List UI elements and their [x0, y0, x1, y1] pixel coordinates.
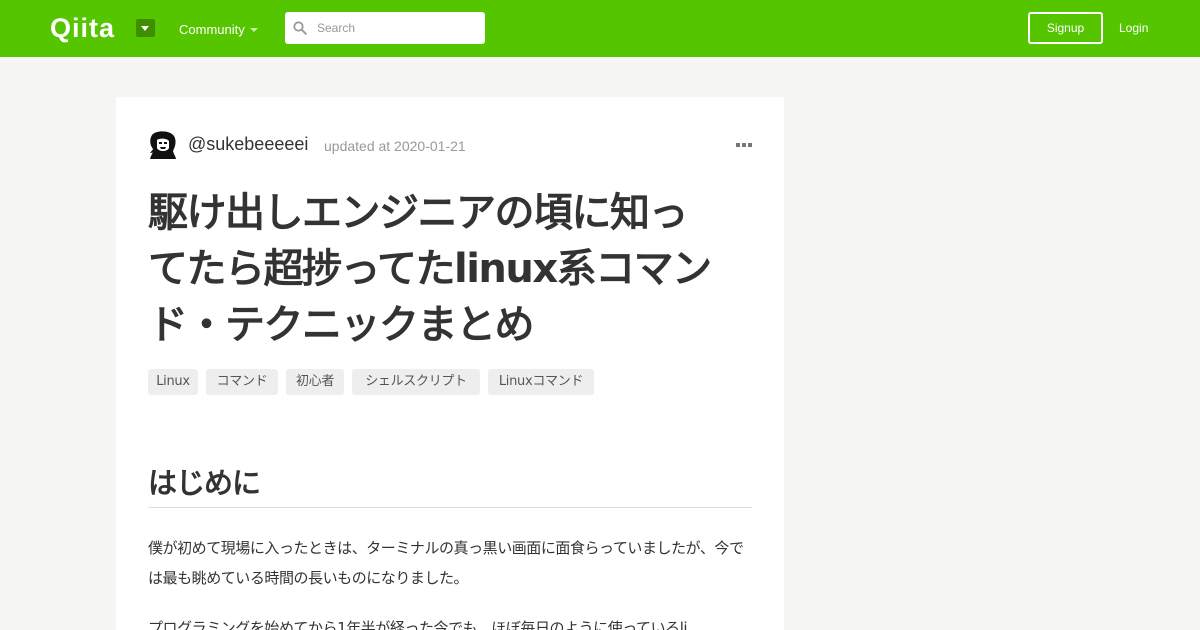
qiita-logo[interactable]: Qiita — [50, 14, 115, 42]
updated-date: updated at 2020-01-21 — [324, 138, 466, 154]
author-username[interactable]: @sukebeeeeei — [188, 133, 308, 155]
tag-beginner[interactable]: 初心者 — [286, 369, 344, 395]
heading-divider — [148, 507, 752, 508]
user-avatar[interactable] — [148, 131, 178, 159]
section-heading: はじめに — [148, 466, 261, 500]
article-title: 駆け出しエンジニアの頃に知っ てたら超捗ってたlinux系コマン ド・テクニック… — [148, 185, 748, 353]
tag-shell-script[interactable]: シェルスクリプト — [352, 369, 480, 395]
title-line: てたら超捗ってたlinux系コマン — [148, 246, 712, 292]
article-card: @sukebeeeeei updated at 2020-01-21 駆け出しエ… — [116, 97, 784, 630]
tag-linux-command[interactable]: Linuxコマンド — [488, 369, 594, 395]
title-line: 駆け出しエンジニアの頃に知っ — [148, 190, 689, 236]
search-icon — [293, 21, 307, 35]
paragraph-intro: 僕が初めて現場に入ったときは、ターミナルの真っ黒い画面に面食らっていましたが、今… — [148, 539, 744, 587]
tag-linux[interactable]: Linux — [148, 369, 198, 395]
search-input[interactable] — [285, 12, 485, 44]
signup-button[interactable]: Signup — [1028, 12, 1103, 44]
caret-down-icon[interactable] — [250, 28, 258, 32]
chevron-down-icon[interactable] — [136, 19, 155, 37]
login-link[interactable]: Login — [1119, 19, 1148, 37]
title-line: ド・テクニックまとめ — [148, 302, 535, 348]
community-menu[interactable]: Community — [179, 21, 245, 39]
more-icon[interactable] — [736, 142, 752, 148]
top-header: Qiita Community Signup Login — [0, 0, 1200, 57]
paragraph-second: プログラミングを始めてから1年半が経った今でも、ほぼ毎日のように使っているli — [148, 619, 688, 630]
tag-command[interactable]: コマンド — [206, 369, 278, 395]
